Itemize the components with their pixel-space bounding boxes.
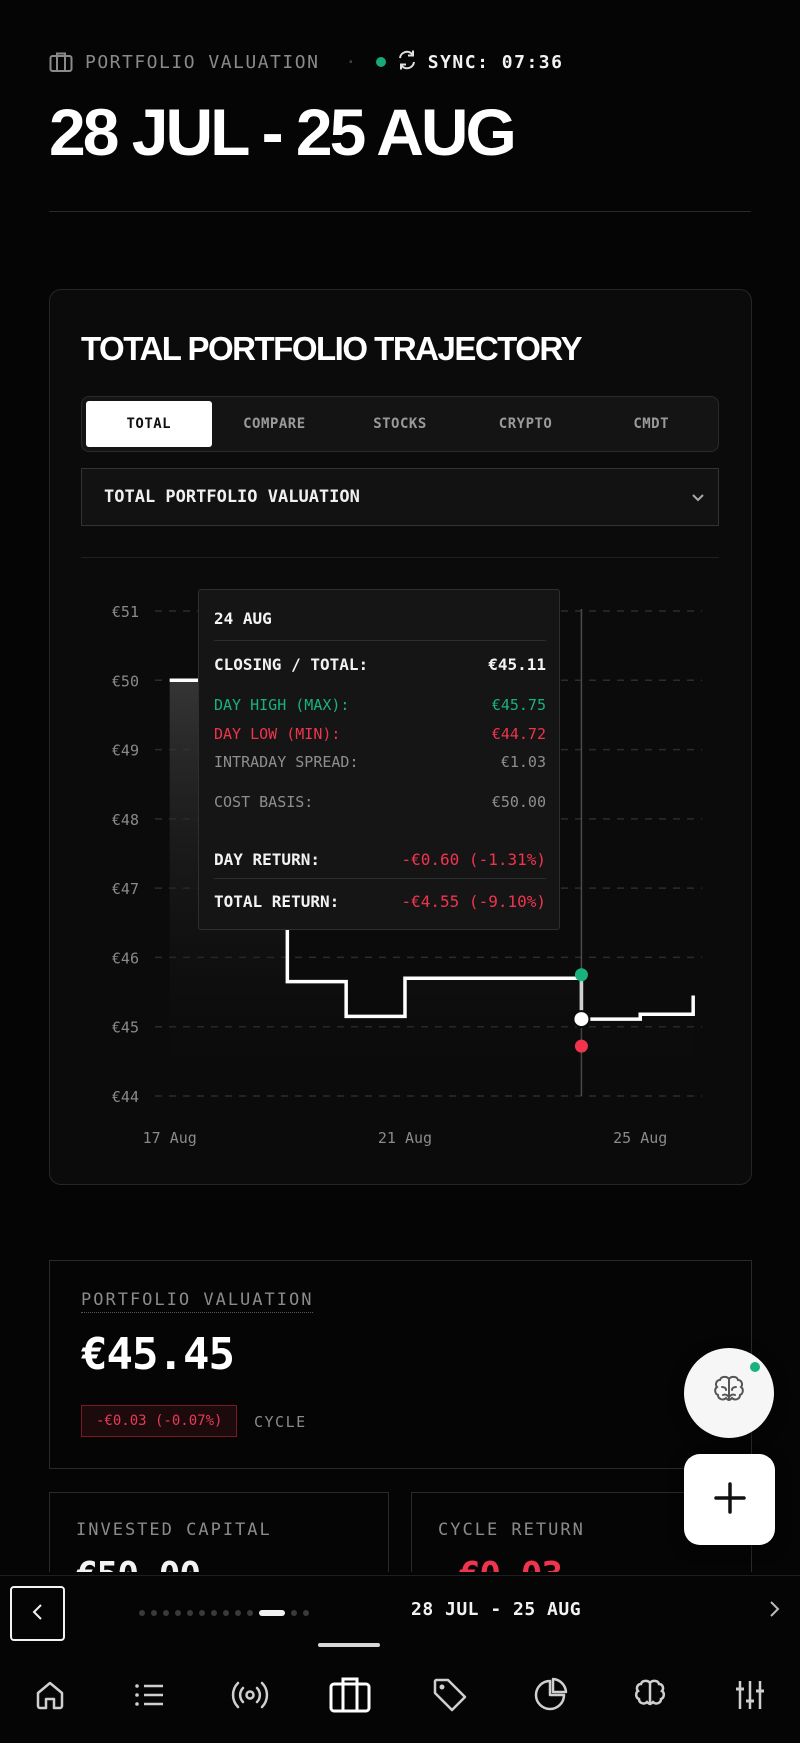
- plus-icon: [712, 1480, 748, 1520]
- page-dot-active: [259, 1610, 285, 1616]
- brain-icon: [710, 1372, 748, 1414]
- tooltip-closing-row: CLOSING / TOTAL: €45.11: [214, 655, 546, 674]
- x-tick-label: 25 Aug: [613, 1129, 667, 1147]
- tag-icon: [431, 1676, 469, 1718]
- x-tick-label: 17 Aug: [143, 1129, 197, 1147]
- nav-home[interactable]: [0, 1650, 100, 1743]
- invested-value: €50.00: [76, 1555, 201, 1572]
- tooltip-low-row: DAY LOW (MIN): €44.72: [214, 725, 546, 743]
- page-dot: [163, 1610, 169, 1616]
- chart-tooltip: 24 AUG CLOSING / TOTAL: €45.11 DAY HIGH …: [198, 589, 560, 930]
- y-tick-label: €50: [112, 672, 139, 690]
- nav-insights[interactable]: [600, 1650, 700, 1743]
- total-return-value: -€4.55 (-9.10%): [401, 892, 547, 911]
- broadcast-icon: [230, 1677, 270, 1717]
- y-tick-label: €51: [112, 603, 139, 621]
- nav-list[interactable]: [100, 1650, 200, 1743]
- total-return-label: TOTAL RETURN:: [214, 892, 340, 911]
- spread-value: €1.03: [500, 753, 546, 771]
- day-high-marker: [574, 968, 588, 982]
- invested-label: INVESTED CAPITAL: [76, 1520, 272, 1540]
- y-tick-label: €45: [112, 1019, 139, 1037]
- home-indicator: [318, 1643, 380, 1647]
- closing-label: CLOSING / TOTAL:: [214, 655, 369, 674]
- page-dot: [303, 1610, 309, 1616]
- list-icon: [132, 1677, 168, 1717]
- y-tick-label: €49: [112, 742, 139, 760]
- valuation-amount: €45.45: [81, 1329, 235, 1380]
- y-tick-label: €47: [112, 880, 139, 898]
- tooltip-divider: [214, 640, 546, 641]
- cycle-return-label: CYCLE RETURN: [438, 1520, 585, 1540]
- cycle-return-value: -€0.03: [438, 1555, 563, 1572]
- x-tick-label: 21 Aug: [378, 1129, 432, 1147]
- briefcase-icon: [328, 1675, 372, 1719]
- cycle-label: CYCLE: [254, 1413, 307, 1431]
- ai-assistant-button[interactable]: [684, 1348, 774, 1438]
- day-return-label: DAY RETURN:: [214, 850, 320, 869]
- closing-value: €45.11: [488, 655, 546, 674]
- tooltip-divider: [214, 878, 546, 879]
- tooltip-total-return-row: TOTAL RETURN: -€4.55 (-9.10%): [214, 892, 546, 911]
- page-dot: [187, 1610, 193, 1616]
- nav-tags[interactable]: [400, 1650, 500, 1743]
- page-dot: [223, 1610, 229, 1616]
- nav-portfolio[interactable]: [300, 1650, 400, 1743]
- add-button[interactable]: [684, 1454, 775, 1545]
- period-label: 28 JUL - 25 AUG: [411, 1599, 582, 1620]
- day-low-marker: [574, 1039, 588, 1053]
- home-icon: [32, 1677, 68, 1717]
- high-label: DAY HIGH (MAX):: [214, 696, 350, 714]
- high-value: €45.75: [491, 696, 546, 714]
- page-dot: [211, 1610, 217, 1616]
- change-badge: -€0.03 (-0.07%): [81, 1405, 238, 1437]
- next-period-button[interactable]: [766, 1598, 782, 1624]
- nav-allocation[interactable]: [500, 1650, 600, 1743]
- basis-value: €50.00: [491, 793, 546, 811]
- closing-marker: [572, 1010, 591, 1029]
- nav-broadcast[interactable]: [200, 1650, 300, 1743]
- page-indicator: [139, 1610, 309, 1616]
- previous-period-button[interactable]: [10, 1586, 65, 1641]
- bottom-nav: [0, 1650, 800, 1743]
- page-dot: [199, 1610, 205, 1616]
- chevron-left-icon: [30, 1602, 46, 1626]
- spread-label: INTRADAY SPREAD:: [214, 753, 359, 771]
- nav-settings[interactable]: [700, 1650, 800, 1743]
- page-dot: [247, 1610, 253, 1616]
- invested-capital-card: INVESTED CAPITAL €50.00: [49, 1492, 389, 1572]
- period-pager: 28 JUL - 25 AUG: [0, 1575, 800, 1645]
- pie-chart-icon: [531, 1676, 569, 1718]
- tooltip-date: 24 AUG: [214, 609, 272, 628]
- y-tick-label: €48: [112, 811, 139, 829]
- tooltip-high-row: DAY HIGH (MAX): €45.75: [214, 696, 546, 714]
- tooltip-basis-row: COST BASIS: €50.00: [214, 793, 546, 811]
- page-dot: [175, 1610, 181, 1616]
- tooltip-spread-row: INTRADAY SPREAD: €1.03: [214, 753, 546, 771]
- day-return-value: -€0.60 (-1.31%): [401, 850, 547, 869]
- y-tick-label: €46: [112, 949, 139, 967]
- page-dot: [151, 1610, 157, 1616]
- brain-icon: [631, 1676, 669, 1718]
- low-label: DAY LOW (MIN):: [214, 725, 341, 743]
- tooltip-day-return-row: DAY RETURN: -€0.60 (-1.31%): [214, 850, 546, 869]
- notification-dot: [748, 1360, 762, 1374]
- y-tick-label: €44: [112, 1088, 139, 1106]
- valuation-label: PORTFOLIO VALUATION: [81, 1290, 314, 1313]
- sliders-icon: [732, 1677, 768, 1717]
- page-dot: [235, 1610, 241, 1616]
- low-value: €44.72: [491, 725, 546, 743]
- page-dot: [139, 1610, 145, 1616]
- chevron-right-icon: [766, 1601, 782, 1624]
- basis-label: COST BASIS:: [214, 793, 314, 811]
- valuation-card: PORTFOLIO VALUATION €45.45 -€0.03 (-0.07…: [49, 1260, 752, 1469]
- page-dot: [291, 1610, 297, 1616]
